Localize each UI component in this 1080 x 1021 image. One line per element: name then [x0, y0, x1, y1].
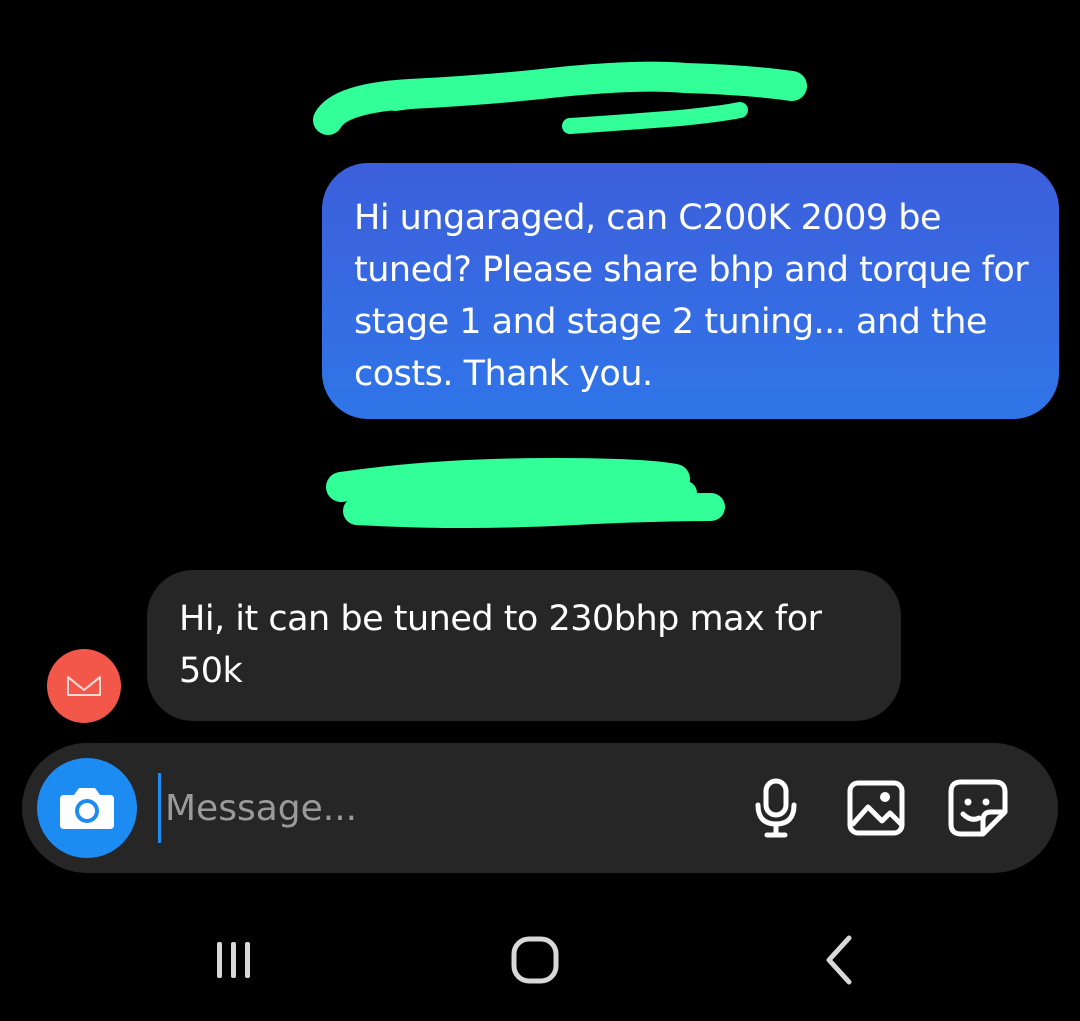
redaction-mark-top [313, 61, 807, 135]
sticker-icon [948, 779, 1008, 837]
redaction-mark-middle [326, 457, 725, 528]
sticker-button[interactable] [946, 776, 1010, 840]
message-composer [22, 743, 1058, 873]
camera-button[interactable] [37, 758, 137, 858]
gallery-button[interactable] [844, 776, 908, 840]
camera-icon [60, 788, 114, 829]
recents-button[interactable] [198, 925, 268, 995]
recents-icon [217, 942, 250, 978]
back-button[interactable] [804, 925, 874, 995]
gallery-icon [847, 780, 905, 836]
received-message-bubble[interactable]: Hi, it can be tuned to 230bhp max for 50… [147, 570, 901, 721]
sent-message-bubble[interactable]: Hi ungaraged, can C200K 2009 be tuned? P… [322, 163, 1059, 419]
home-button[interactable] [500, 925, 570, 995]
sender-avatar[interactable] [47, 649, 121, 723]
sender-logo-icon [67, 676, 101, 696]
home-icon [511, 936, 559, 984]
microphone-button[interactable] [744, 776, 808, 840]
message-input[interactable] [158, 773, 718, 843]
microphone-icon [755, 778, 797, 838]
back-icon [826, 935, 852, 985]
